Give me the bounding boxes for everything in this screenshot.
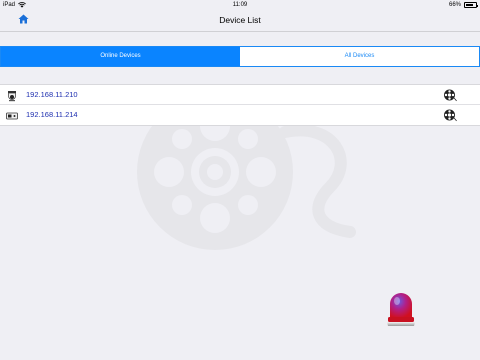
box-camera-icon — [6, 109, 18, 121]
tab-all-devices[interactable]: All Devices — [240, 47, 479, 66]
dome-camera-icon — [6, 89, 18, 102]
film-reel-icon[interactable] — [443, 108, 457, 122]
alarm-siren-icon — [387, 293, 415, 326]
device-row[interactable]: 192.168.11.214 — [0, 105, 480, 125]
page-title: Device List — [219, 15, 261, 25]
device-ip[interactable]: 192.168.11.214 — [26, 110, 78, 119]
device-row[interactable]: 192.168.11.210 — [0, 85, 480, 105]
status-bar: iPad 11:09 66% — [0, 0, 480, 10]
battery-icon — [464, 2, 478, 8]
device-ip[interactable]: 192.168.11.210 — [26, 90, 78, 99]
device-filter-tabs: Online Devices All Devices — [0, 46, 480, 67]
navigation-bar: Device List — [0, 10, 480, 32]
status-time: 11:09 — [232, 2, 248, 8]
battery-level — [466, 4, 473, 6]
tab-online-devices[interactable]: Online Devices — [1, 47, 240, 66]
alarm-button[interactable] — [386, 290, 416, 328]
film-reel-icon[interactable] — [443, 88, 457, 102]
device-list: 192.168.11.210 192.168.11.214 — [0, 84, 480, 126]
status-right: 66% — [448, 0, 478, 10]
battery-percent: 66% — [448, 2, 461, 8]
